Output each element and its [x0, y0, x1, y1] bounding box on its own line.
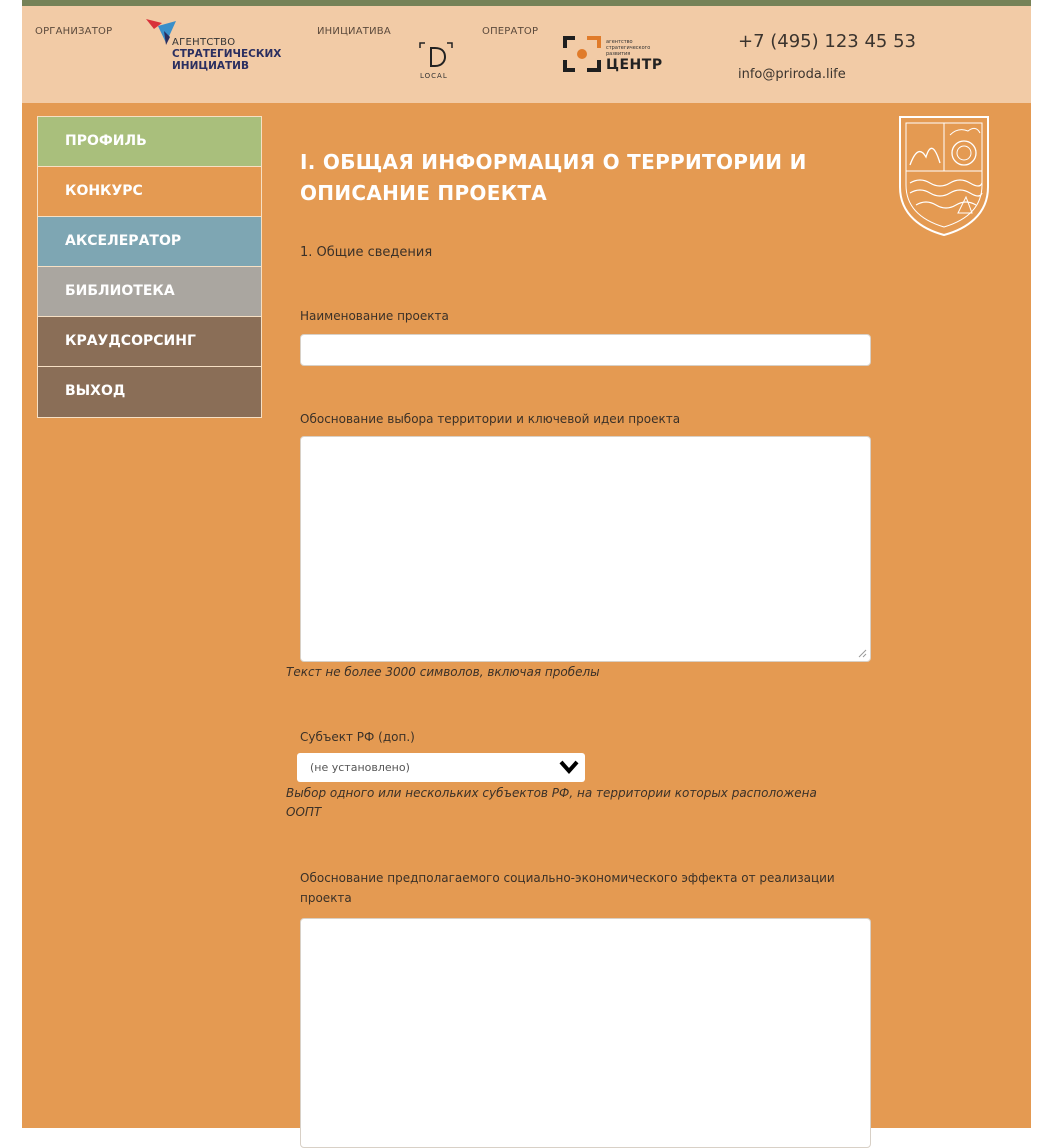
- organizer-label: ОРГАНИЗАТОР: [35, 26, 113, 37]
- justification-label: Обоснование выбора территории и ключевой…: [300, 412, 681, 426]
- effect-textarea[interactable]: [300, 918, 871, 1148]
- effect-label-line1: Обоснование предполагаемого социально-эк…: [300, 871, 835, 885]
- local-logo[interactable]: LOCAL: [416, 36, 456, 88]
- nav-item-logout[interactable]: ВЫХОД: [38, 367, 261, 417]
- center-bracket-icon: [563, 36, 601, 72]
- center-logo[interactable]: агентство стратегического развития ЦЕНТР: [562, 34, 702, 80]
- subject-hint-line1: Выбор одного или нескольких субъектов РФ…: [286, 786, 817, 800]
- asi-logo[interactable]: АГЕНТСТВО СТРАТЕГИЧЕСКИХ ИНИЦИАТИВ: [144, 17, 289, 87]
- asi-line3: ИНИЦИАТИВ: [172, 60, 249, 72]
- nav-item-library[interactable]: БИБЛИОТЕКА: [38, 267, 261, 317]
- justification-textarea[interactable]: [300, 436, 871, 662]
- operator-label: ОПЕРАТОР: [482, 26, 539, 37]
- email-link[interactable]: info@priroda.life: [738, 67, 846, 82]
- nav-item-contest[interactable]: КОНКУРС: [38, 167, 261, 217]
- effect-label-line2: проекта: [300, 891, 352, 905]
- center-small-text: агентство стратегического развития: [606, 39, 651, 57]
- justification-hint: Текст не более 3000 символов, включая пр…: [286, 665, 600, 679]
- subject-hint-line2: ООПТ: [286, 805, 322, 819]
- subject-select-value: (не установлено): [310, 761, 410, 774]
- section-heading: 1. Общие сведения: [300, 245, 433, 260]
- emblem-icon: [896, 113, 992, 241]
- project-name-input[interactable]: [300, 334, 871, 366]
- effect-label: Обоснование предполагаемого социально-эк…: [300, 868, 835, 908]
- nav-item-crowdsourcing[interactable]: КРАУДСОРСИНГ: [38, 317, 261, 367]
- subject-label: Субъект РФ (доп.): [300, 730, 415, 744]
- page-title-line1: I. ОБЩАЯ ИНФОРМАЦИЯ О ТЕРРИТОРИИ И: [300, 150, 807, 174]
- initiative-label: ИНИЦИАТИВА: [317, 26, 391, 37]
- site-header: ОРГАНИЗАТОР АГЕНТСТВО СТРАТЕГИЧЕСКИХ ИНИ…: [22, 6, 1031, 103]
- nav-item-accelerator[interactable]: АКСЕЛЕРАТОР: [38, 217, 261, 267]
- subject-hint: Выбор одного или нескольких субъектов РФ…: [286, 784, 817, 822]
- asi-line1: АГЕНТСТВО: [172, 37, 236, 48]
- resize-handle-icon[interactable]: [857, 648, 867, 658]
- subject-select[interactable]: (не установлено): [297, 753, 585, 782]
- sidebar-nav: ПРОФИЛЬ КОНКУРС АКСЕЛЕРАТОР БИБЛИОТЕКА К…: [37, 116, 262, 418]
- page-title: I. ОБЩАЯ ИНФОРМАЦИЯ О ТЕРРИТОРИИ И ОПИСА…: [300, 147, 807, 209]
- chevron-down-icon: [559, 760, 579, 775]
- center-big-text: ЦЕНТР: [606, 57, 663, 73]
- asi-line2: СТРАТЕГИЧЕСКИХ: [172, 48, 282, 60]
- page-title-line2: ОПИСАНИЕ ПРОЕКТА: [300, 181, 548, 205]
- local-logo-text: LOCAL: [420, 72, 448, 80]
- main-content: ПРОФИЛЬ КОНКУРС АКСЕЛЕРАТОР БИБЛИОТЕКА К…: [22, 103, 1031, 1148]
- project-name-label: Наименование проекта: [300, 309, 449, 323]
- phone-number[interactable]: +7 (495) 123 45 53: [738, 31, 916, 52]
- nav-item-profile[interactable]: ПРОФИЛЬ: [38, 117, 261, 167]
